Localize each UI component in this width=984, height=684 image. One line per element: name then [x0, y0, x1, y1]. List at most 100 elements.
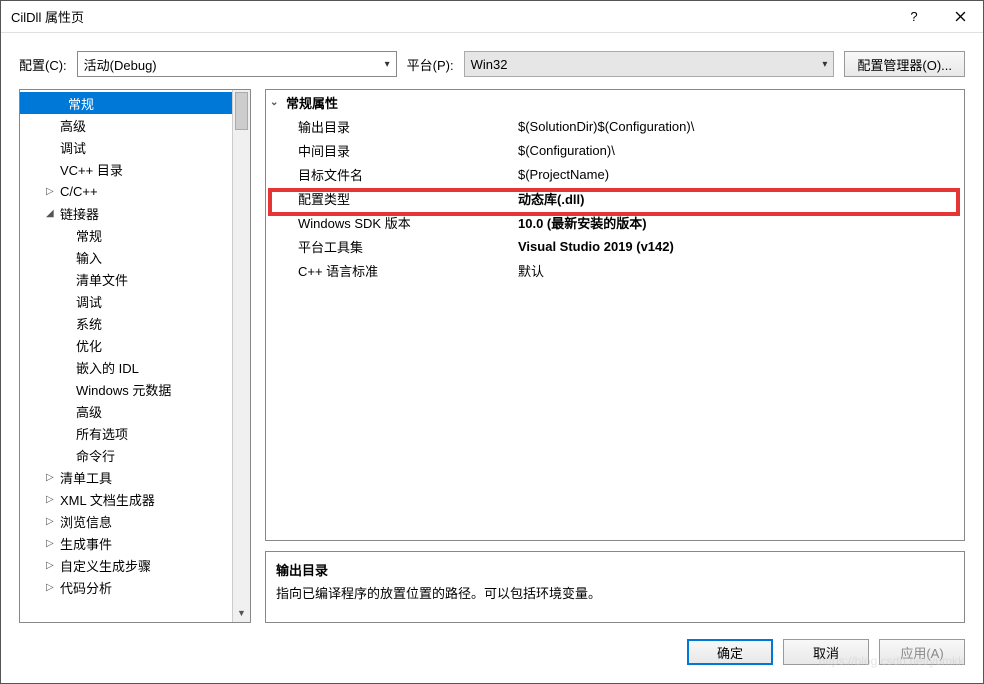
scroll-down-icon[interactable]: ▼: [233, 604, 250, 622]
ok-button[interactable]: 确定: [687, 639, 773, 665]
tree-item-label: 常规: [68, 94, 94, 113]
tree-item[interactable]: 常规: [20, 224, 232, 246]
tree-item[interactable]: 嵌入的 IDL: [20, 356, 232, 378]
help-button[interactable]: ?: [891, 1, 937, 33]
tree-item-label: 输入: [76, 248, 102, 267]
close-icon: [955, 11, 966, 22]
platform-combo[interactable]: Win32 ▾: [464, 51, 835, 77]
collapse-icon: ⌄: [270, 97, 286, 108]
property-name: 目标文件名: [266, 165, 514, 184]
tree-item[interactable]: 常规: [20, 92, 232, 114]
property-value[interactable]: 默认: [514, 261, 964, 280]
property-row[interactable]: 输出目录$(SolutionDir)$(Configuration)\: [266, 114, 964, 138]
property-value[interactable]: 10.0 (最新安装的版本): [514, 213, 964, 232]
expander-icon: ▷: [46, 494, 60, 505]
chevron-down-icon: ▾: [822, 59, 827, 70]
main-area: 常规高级调试VC++ 目录▷C/C++◢链接器常规输入清单文件调试系统优化嵌入的…: [1, 89, 983, 629]
config-manager-button[interactable]: 配置管理器(O)...: [844, 51, 965, 77]
tree-item[interactable]: ▷代码分析: [20, 576, 232, 598]
tree-item[interactable]: 所有选项: [20, 422, 232, 444]
property-row[interactable]: 平台工具集Visual Studio 2019 (v142): [266, 234, 964, 258]
property-row[interactable]: 目标文件名$(ProjectName): [266, 162, 964, 186]
tree-scrollbar[interactable]: ▲ ▼: [232, 90, 250, 622]
tree-item[interactable]: ▷生成事件: [20, 532, 232, 554]
expander-icon: ▷: [46, 560, 60, 571]
close-button[interactable]: [937, 1, 983, 33]
scroll-thumb[interactable]: [235, 92, 248, 130]
tree-item-label: 优化: [76, 336, 102, 355]
tree-item[interactable]: VC++ 目录: [20, 158, 232, 180]
config-label: 配置(C):: [19, 55, 67, 74]
config-combo[interactable]: 活动(Debug) ▾: [77, 51, 397, 77]
category-tree: 常规高级调试VC++ 目录▷C/C++◢链接器常规输入清单文件调试系统优化嵌入的…: [19, 89, 251, 623]
property-row[interactable]: 中间目录$(Configuration)\: [266, 138, 964, 162]
tree-item[interactable]: ▷C/C++: [20, 180, 232, 202]
property-name: Windows SDK 版本: [266, 213, 514, 232]
tree-item-label: C/C++: [60, 184, 98, 199]
platform-label: 平台(P):: [407, 55, 454, 74]
tree-item[interactable]: 系统: [20, 312, 232, 334]
tree-item-label: 命令行: [76, 446, 115, 465]
tree-item-label: 调试: [76, 292, 102, 311]
property-name: 中间目录: [266, 141, 514, 160]
tree-list[interactable]: 常规高级调试VC++ 目录▷C/C++◢链接器常规输入清单文件调试系统优化嵌入的…: [20, 90, 232, 622]
tree-item[interactable]: Windows 元数据: [20, 378, 232, 400]
chevron-down-icon: ▾: [385, 59, 390, 70]
description-text: 指向已编译程序的放置位置的路径。可以包括环境变量。: [276, 583, 954, 602]
tree-item[interactable]: ◢链接器: [20, 202, 232, 224]
tree-item-label: 生成事件: [60, 534, 112, 553]
property-value[interactable]: 动态库(.dll): [514, 189, 964, 208]
tree-item[interactable]: 命令行: [20, 444, 232, 466]
property-row[interactable]: C++ 语言标准默认: [266, 258, 964, 282]
expander-icon: ▷: [46, 538, 60, 549]
apply-button[interactable]: 应用(A): [879, 639, 965, 665]
expander-icon: ▷: [46, 582, 60, 593]
tree-item[interactable]: ▷自定义生成步骤: [20, 554, 232, 576]
property-name: 配置类型: [266, 189, 514, 208]
config-bar: 配置(C): 活动(Debug) ▾ 平台(P): Win32 ▾ 配置管理器(…: [1, 33, 983, 89]
tree-item-label: 所有选项: [76, 424, 128, 443]
tree-item-label: 调试: [60, 138, 86, 157]
config-value: 活动(Debug): [84, 55, 385, 74]
description-panel: 输出目录 指向已编译程序的放置位置的路径。可以包括环境变量。: [265, 551, 965, 623]
property-name: C++ 语言标准: [266, 261, 514, 280]
tree-item[interactable]: 高级: [20, 400, 232, 422]
property-name: 平台工具集: [266, 237, 514, 256]
property-value[interactable]: $(Configuration)\: [514, 143, 964, 158]
tree-item-label: 清单工具: [60, 468, 112, 487]
tree-item[interactable]: 调试: [20, 136, 232, 158]
expander-icon: ▷: [46, 516, 60, 527]
tree-item[interactable]: 输入: [20, 246, 232, 268]
property-value[interactable]: $(SolutionDir)$(Configuration)\: [514, 119, 964, 134]
property-value[interactable]: Visual Studio 2019 (v142): [514, 239, 964, 254]
property-row[interactable]: Windows SDK 版本10.0 (最新安装的版本): [266, 210, 964, 234]
cancel-button[interactable]: 取消: [783, 639, 869, 665]
footer: 确定 取消 应用(A): [1, 629, 983, 683]
tree-item[interactable]: 高级: [20, 114, 232, 136]
property-value[interactable]: $(ProjectName): [514, 167, 964, 182]
expander-icon: ▷: [46, 186, 60, 197]
tree-item-label: 自定义生成步骤: [60, 556, 151, 575]
group-title: 常规属性: [286, 93, 338, 112]
titlebar-title: CilDll 属性页: [11, 7, 891, 26]
tree-item[interactable]: 清单文件: [20, 268, 232, 290]
tree-item[interactable]: ▷清单工具: [20, 466, 232, 488]
platform-value: Win32: [471, 57, 823, 72]
property-dialog: CilDll 属性页 ? 配置(C): 活动(Debug) ▾ 平台(P): W…: [0, 0, 984, 684]
property-name: 输出目录: [266, 117, 514, 136]
expander-icon: ▷: [46, 472, 60, 483]
expander-icon: ◢: [46, 208, 60, 219]
tree-item-label: 嵌入的 IDL: [76, 358, 139, 377]
property-grid: ⌄ 常规属性 输出目录$(SolutionDir)$(Configuration…: [265, 89, 965, 541]
tree-item[interactable]: ▷XML 文档生成器: [20, 488, 232, 510]
tree-item-label: 链接器: [60, 204, 99, 223]
right-column: ⌄ 常规属性 输出目录$(SolutionDir)$(Configuration…: [265, 89, 965, 623]
tree-item-label: 常规: [76, 226, 102, 245]
tree-item[interactable]: 调试: [20, 290, 232, 312]
property-row[interactable]: 配置类型动态库(.dll): [266, 186, 964, 210]
group-header[interactable]: ⌄ 常规属性: [266, 90, 964, 114]
titlebar: CilDll 属性页 ?: [1, 1, 983, 33]
description-title: 输出目录: [276, 560, 954, 579]
tree-item[interactable]: 优化: [20, 334, 232, 356]
tree-item[interactable]: ▷浏览信息: [20, 510, 232, 532]
